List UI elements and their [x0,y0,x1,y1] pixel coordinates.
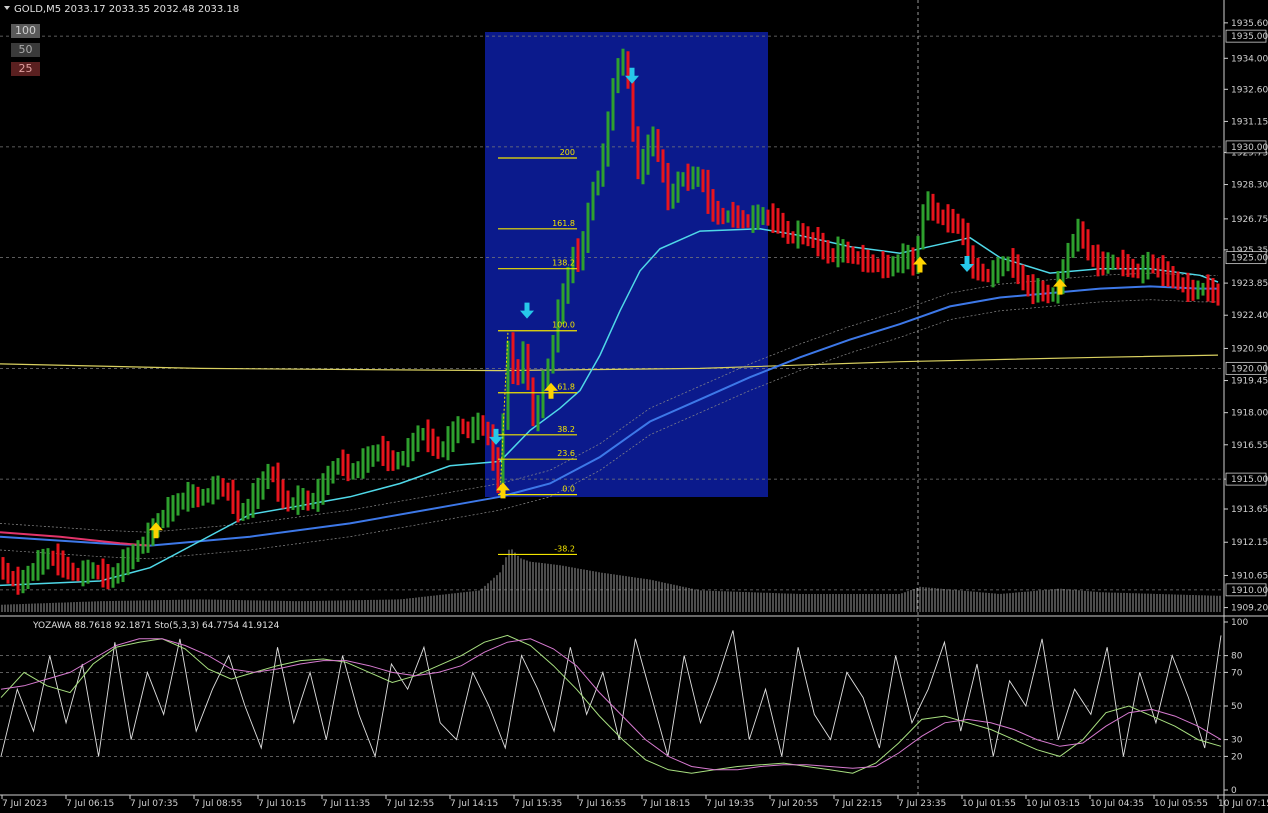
time-tick-label: 7 Jul 11:35 [322,799,370,809]
fib-level-label: -38.2 [554,544,575,553]
fib-zone-rect [485,32,768,497]
price-tick-label: 1928.30 [1231,181,1268,191]
chart-canvas[interactable]: 200161.8138.2100.061.838.223.60.0-38.2 1… [0,0,1268,813]
volume-bars [1,549,1221,612]
osc-tick-label: 30 [1231,736,1243,746]
price-tick-label: 1919.45 [1231,377,1268,387]
time-tick-label: 7 Jul 15:35 [514,799,562,809]
price-level-label: 1925.00 [1231,254,1268,264]
zoom-50-button[interactable]: 50 [11,43,40,57]
time-tick-label: 7 Jul 18:15 [642,799,690,809]
fib-level-label: 0.0 [562,485,575,494]
price-tick-label: 1926.75 [1231,215,1268,225]
price-tick-label: 1922.40 [1231,311,1268,321]
time-tick-label: 7 Jul 07:35 [130,799,178,809]
price-level-label: 1920.00 [1231,364,1268,374]
price-tick-label: 1912.15 [1231,538,1268,548]
fib-level-label: 61.8 [557,383,575,392]
price-level-label: 1935.00 [1231,32,1268,42]
time-tick-label: 7 Jul 20:55 [770,799,818,809]
zoom-25-button[interactable]: 25 [11,62,40,76]
collapse-triangle-icon[interactable] [4,6,10,10]
time-axis: 7 Jul 2023 7 Jul 06:15 7 Jul 07:35 7 Jul 08… [1,795,1268,809]
fib-level-label: 138.2 [552,259,575,268]
symbol-header: GOLD,M5 2033.17 2033.35 2032.48 2033.18 [14,4,239,15]
fib-zone [485,32,768,497]
time-tick-label: 10 Jul 05:55 [1154,799,1208,809]
indicator-header: YOZAWA 88.7618 92.1871 Sto(5,3,3) 64.775… [32,621,280,631]
price-axis: 1935.601934.001932.601931.151929.751928.… [1224,19,1268,614]
osc-tick-label: 100 [1231,618,1248,628]
fib-level-label: 161.8 [552,219,575,228]
time-tick-label: 10 Jul 03:15 [1026,799,1080,809]
time-tick-label: 7 Jul 22:15 [834,799,882,809]
buy-arrow-icon [149,522,163,539]
price-tick-label: 1935.60 [1231,19,1268,29]
oscillator-panel: 100 80 70 50 30 20 0 [0,618,1248,796]
price-level-label: 1915.00 [1231,475,1268,485]
price-level-label: 1910.00 [1231,586,1268,596]
osc-tick-label: 80 [1231,652,1243,662]
time-tick-label: 7 Jul 14:15 [450,799,498,809]
osc-series-line [0,630,1222,759]
price-tick-label: 1918.00 [1231,409,1268,419]
osc-tick-label: 50 [1231,702,1243,712]
price-tick-label: 1932.60 [1231,85,1268,95]
price-tick-label: 1916.55 [1231,441,1268,451]
fib-level-label: 23.6 [557,449,575,458]
osc-tick-label: 20 [1231,752,1243,762]
price-tick-label: 1909.20 [1231,604,1268,614]
time-tick-label: 7 Jul 10:15 [258,799,306,809]
time-tick-label: 10 Jul 07:15 [1218,799,1268,809]
buy-arrow-icon [913,256,927,273]
price-level-label: 1930.00 [1231,143,1268,153]
price-tick-label: 1910.65 [1231,571,1268,581]
fib-level-label: 200 [560,148,575,157]
trading-chart-window[interactable]: { "header": { "symbol_line": "GOLD,M5 20… [0,0,1268,813]
price-tick-label: 1923.85 [1231,279,1268,289]
osc-tick-label: 0 [1231,786,1237,796]
zoom-100-button[interactable]: 100 [11,24,40,38]
time-tick-label: 7 Jul 12:55 [386,799,434,809]
price-tick-label: 1934.00 [1231,54,1268,64]
price-tick-label: 1913.65 [1231,505,1268,515]
fib-level-label: 38.2 [557,425,575,434]
time-tick-label: 7 Jul 16:55 [578,799,626,809]
fib-level-label: 100.0 [552,321,575,330]
time-tick-label: 7 Jul 2023 [2,799,47,809]
price-tick-label: 1931.15 [1231,117,1268,127]
time-tick-label: 7 Jul 19:35 [706,799,754,809]
price-tick-label: 1920.90 [1231,344,1268,354]
osc-tick-label: 70 [1231,668,1243,678]
time-tick-label: 10 Jul 04:35 [1090,799,1144,809]
time-tick-label: 7 Jul 06:15 [66,799,114,809]
time-tick-label: 7 Jul 08:55 [194,799,242,809]
time-tick-label: 7 Jul 23:35 [898,799,946,809]
time-tick-label: 10 Jul 01:55 [962,799,1016,809]
